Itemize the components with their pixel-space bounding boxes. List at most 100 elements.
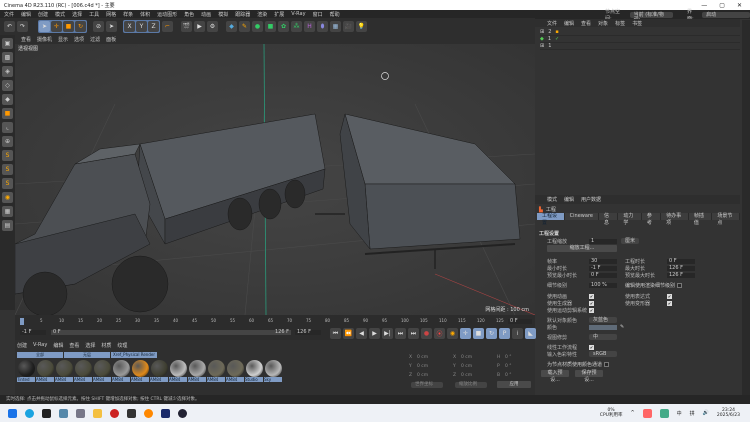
tab-5[interactable]: 待办事项	[661, 213, 689, 226]
menu-item[interactable]: 模式	[55, 11, 65, 18]
texture-mode-icon[interactable]: ▩	[2, 52, 13, 63]
input-color-dropdown[interactable]: sRGB	[589, 351, 617, 357]
fps-field[interactable]: 30	[589, 258, 617, 264]
project-time-field[interactable]: 0 F	[667, 258, 695, 264]
rot-b-field[interactable]: 0 °	[505, 373, 512, 378]
object-menu-item[interactable]: 对象	[598, 20, 608, 27]
project-scale-field[interactable]: 1	[589, 238, 617, 244]
material-item[interactable]: AM84	[55, 360, 73, 384]
maximize-button[interactable]: ▢	[719, 2, 725, 9]
menu-item[interactable]: 体积	[140, 11, 150, 18]
calculator-icon[interactable]	[76, 408, 85, 418]
viewport-menu-item[interactable]: 选项	[74, 36, 84, 43]
object-menu-item[interactable]: 编辑	[564, 20, 574, 27]
attribute-menu-item[interactable]: 编辑	[564, 196, 574, 203]
menu-item[interactable]: 选择	[72, 11, 82, 18]
minimize-button[interactable]: —	[701, 2, 707, 9]
menu-item[interactable]: 渲染	[257, 11, 267, 18]
app-icon[interactable]	[127, 408, 136, 418]
object-menu-item[interactable]: 标签	[615, 20, 625, 27]
material-menu-item[interactable]: 查看	[69, 342, 79, 349]
menu-item[interactable]: 模拟	[218, 11, 228, 18]
material-menu-item[interactable]: 纹理	[117, 342, 127, 349]
keyframe-selection-icon[interactable]: ◉	[447, 328, 458, 339]
apply-button[interactable]: 应用	[497, 381, 531, 388]
material-item[interactable]: AM84	[131, 360, 149, 384]
z-axis-toggle[interactable]: Z	[148, 21, 159, 32]
pos-x-field[interactable]: 0 cm	[417, 355, 428, 360]
attribute-menu-item[interactable]: 用户数据	[581, 196, 601, 203]
render-view-icon[interactable]: 🎬	[181, 21, 192, 32]
viewport-menu-item[interactable]: 显示	[58, 36, 68, 43]
ime-indicator[interactable]: 中	[677, 410, 682, 417]
size-z-field[interactable]: 0 cm	[461, 373, 472, 378]
object-menu-item[interactable]: 书签	[632, 20, 642, 27]
coord-system-dropdown[interactable]: 世界坐标	[411, 382, 443, 388]
menu-item[interactable]: 创建	[38, 11, 48, 18]
menu-item[interactable]: 角色	[184, 11, 194, 18]
eyedropper-icon[interactable]: ✎	[620, 324, 624, 330]
speaker-icon[interactable]: 🔊	[703, 410, 709, 416]
axis-icon[interactable]: ⌞	[2, 122, 13, 133]
subdivision-icon[interactable]: ●	[252, 21, 263, 32]
timeline-ruler[interactable]: 0510152025303540455055606570758085909510…	[15, 315, 515, 325]
start-frame-field[interactable]: -1 F	[20, 330, 46, 335]
scale-tool-icon[interactable]: ■	[63, 21, 74, 32]
key-param-icon[interactable]: P	[499, 328, 510, 339]
menu-item[interactable]: V-Ray	[291, 11, 305, 17]
app-icon[interactable]	[59, 408, 68, 418]
points-mode-icon[interactable]: ◇	[2, 80, 13, 91]
menu-item[interactable]: 窗口	[313, 11, 323, 18]
menu-item[interactable]: 工具	[89, 11, 99, 18]
tab-6[interactable]: 帧插值	[688, 213, 713, 226]
size-y-field[interactable]: 0 cm	[461, 364, 472, 369]
workplane-icon[interactable]: ◉	[2, 192, 13, 203]
timeline[interactable]: 0510152025303540455055606570758085909510…	[15, 315, 536, 340]
scale-project-button[interactable]: 缩放工程...	[547, 245, 617, 252]
material-item[interactable]: Tinted	[17, 360, 35, 384]
move-tool-icon[interactable]: ✛	[51, 21, 62, 32]
material-item[interactable]: AM84	[226, 360, 244, 384]
y-axis-toggle[interactable]: Y	[136, 21, 147, 32]
tab-7[interactable]: 场景节点	[712, 213, 741, 226]
viewport-menu-item[interactable]: 过滤	[90, 36, 100, 43]
tray-chevron-icon[interactable]: ^	[630, 410, 634, 416]
perspective-viewport[interactable]: 透视视图 网格间距 : 100 cm	[15, 44, 535, 315]
min-time-field[interactable]: -1 F	[589, 265, 617, 271]
pen-icon[interactable]: ✎	[239, 21, 250, 32]
grid-icon[interactable]: ▦	[2, 206, 13, 217]
menu-item[interactable]: 文件	[4, 11, 14, 18]
deformer-icon[interactable]: H	[304, 21, 315, 32]
viewport-menu-item[interactable]: 摄像机	[37, 36, 52, 43]
object-row[interactable]: ⊞ 2 ▪	[540, 29, 740, 36]
viewport-menu-item[interactable]: 面板	[106, 36, 116, 43]
layout-dropdown[interactable]: 启动	[702, 11, 750, 18]
timeline-icon[interactable]: ◣	[525, 328, 536, 339]
prev-frame-icon[interactable]: ◀	[356, 328, 367, 339]
menu-item[interactable]: 动画	[201, 11, 211, 18]
use-motion-checkbox[interactable]: ✔	[589, 307, 594, 313]
tab-3[interactable]: 动力学	[618, 213, 642, 226]
material-item[interactable]: Sky	[264, 360, 282, 384]
play-icon[interactable]: ▶	[369, 328, 380, 339]
use-expressions-checkbox[interactable]: ✔	[667, 293, 672, 299]
playhead[interactable]	[20, 318, 24, 325]
prev-key-icon[interactable]: ⏪	[343, 328, 354, 339]
scale-unit-dropdown[interactable]: 厘米	[621, 238, 640, 244]
record-icon[interactable]: ●	[421, 328, 432, 339]
object-menu-item[interactable]: 查看	[581, 20, 591, 27]
menu-item[interactable]: 样条	[123, 11, 133, 18]
render-lod-checkbox[interactable]	[677, 282, 683, 288]
material-item[interactable]: AM84	[169, 360, 187, 384]
tab-4[interactable]: 参考	[641, 213, 662, 226]
end-icon[interactable]: ⏭	[408, 328, 419, 339]
undo-button[interactable]: ↶	[4, 21, 15, 32]
lock-workplane-icon[interactable]: ▤	[2, 220, 13, 231]
object-color-dropdown[interactable]: 灰蓝色	[589, 317, 617, 323]
range-slider[interactable]: 0 F 126 F	[51, 330, 291, 335]
key-rotation-icon[interactable]: ↻	[486, 328, 497, 339]
edges-mode-icon[interactable]: ◆	[2, 94, 13, 105]
recent-tool-icon[interactable]: ⊘	[93, 21, 104, 32]
key-position-icon[interactable]: ✛	[460, 328, 471, 339]
material-item[interactable]: AM84	[36, 360, 54, 384]
